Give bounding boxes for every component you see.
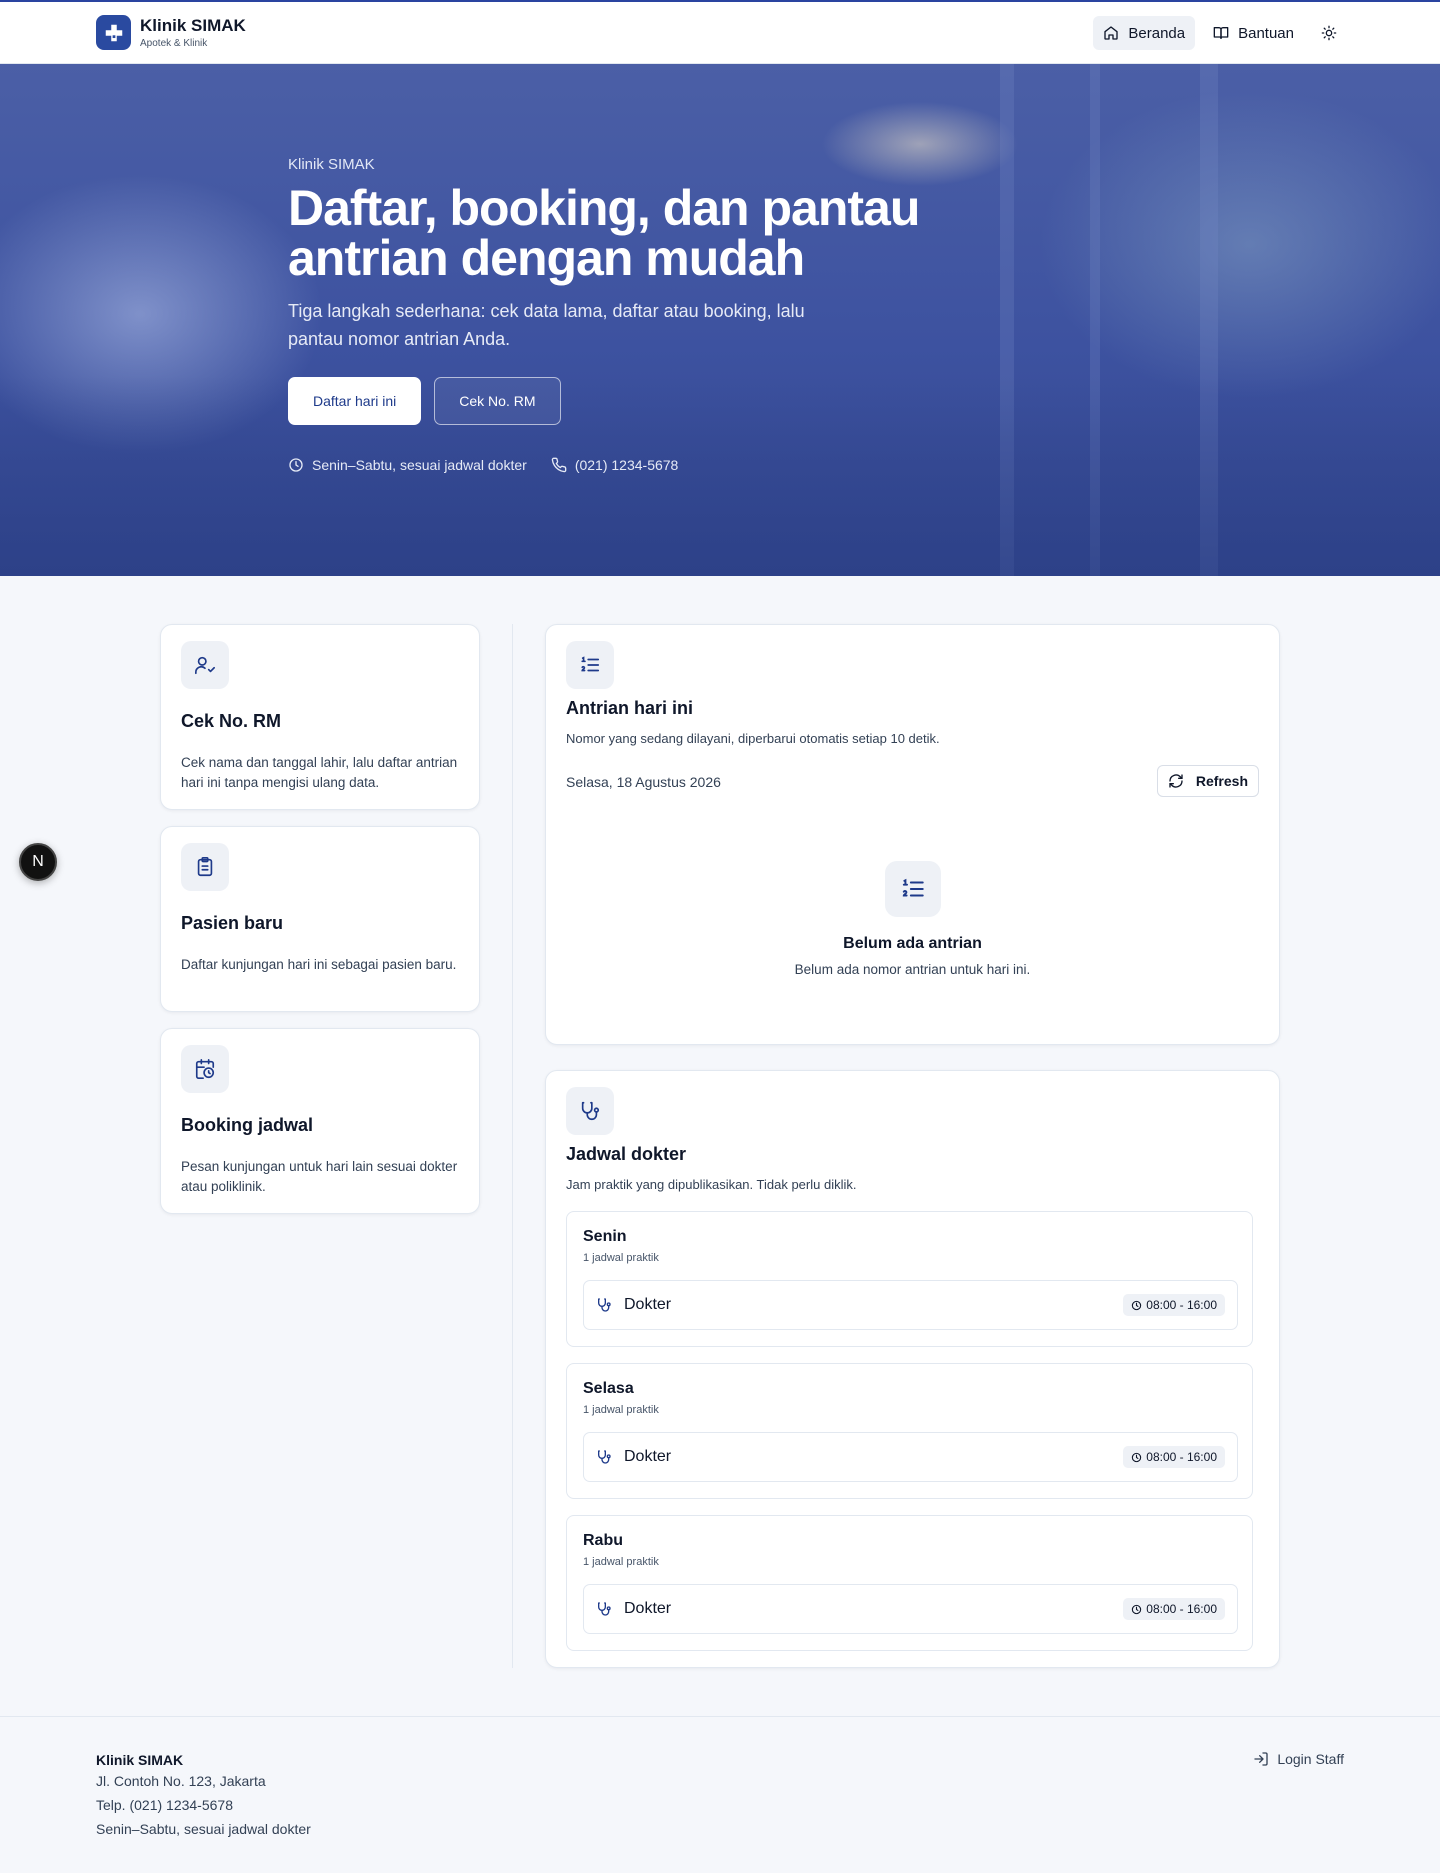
schedule-slot: Dokter 08:00 - 16:00 <box>583 1280 1238 1330</box>
doctor-schedule-card: Jadwal dokter Jam praktik yang dipublika… <box>545 1070 1280 1668</box>
clipboard-icon <box>181 843 229 891</box>
refresh-label: Refresh <box>1195 773 1248 789</box>
step-title: Cek No. RM <box>181 711 282 731</box>
day-count: 1 jadwal praktik <box>583 1404 659 1416</box>
step-title: Booking jadwal <box>181 1115 314 1135</box>
sun-icon <box>1321 25 1337 41</box>
clock-icon <box>1131 1452 1142 1463</box>
clock-icon <box>1131 1300 1142 1311</box>
step-card-booking[interactable]: Booking jadwal Pesan kunjungan untuk har… <box>160 1028 480 1214</box>
day-name: Rabu <box>583 1532 623 1549</box>
hero-title: Daftar, booking, dan pantau antrian deng… <box>288 180 920 286</box>
refresh-button[interactable]: Refresh <box>1156 765 1259 797</box>
hero-eyebrow: Klinik SIMAK <box>288 156 375 173</box>
nav-help[interactable]: Bantuan <box>1203 16 1304 50</box>
time-text: 08:00 - 16:00 <box>1146 1450 1217 1464</box>
brand-subtitle: Apotek & Klinik <box>140 37 208 49</box>
day-count: 1 jadwal praktik <box>583 1556 659 1568</box>
stethoscope-icon <box>566 1087 614 1135</box>
badge-letter: N <box>32 853 44 870</box>
step-text: Pesan kunjungan untuk hari lain sesuai d… <box>181 1159 458 1194</box>
register-today-button[interactable]: Daftar hari ini <box>288 377 422 425</box>
check-rm-button[interactable]: Cek No. RM <box>434 377 561 425</box>
queue-card: Antrian hari ini Nomor yang sedang dilay… <box>545 624 1280 1045</box>
phone-icon <box>551 457 567 473</box>
brand-name: Klinik SIMAK <box>140 15 246 35</box>
floating-dev-badge[interactable]: N <box>19 843 57 881</box>
schedule-day: Rabu 1 jadwal praktik Dokter 08:00 - 16:… <box>566 1515 1253 1651</box>
user-check-icon <box>181 641 229 689</box>
footer-contact: Klinik SIMAK Jl. Contoh No. 123, Jakarta… <box>96 1751 311 1841</box>
stethoscope-icon <box>596 1449 612 1465</box>
time-badge: 08:00 - 16:00 <box>1123 1598 1225 1620</box>
footer: Klinik SIMAK Jl. Contoh No. 123, Jakarta… <box>0 1716 1440 1873</box>
empty-queue-icon <box>885 861 941 917</box>
empty-queue-text: Belum ada nomor antrian untuk hari ini. <box>794 962 1031 977</box>
clock-icon <box>1131 1604 1142 1615</box>
refresh-icon <box>1168 773 1184 789</box>
login-label: Login Staff <box>1277 1751 1344 1767</box>
clinic-logo-icon <box>96 15 131 50</box>
footer-address: Jl. Contoh No. 123, Jakarta <box>96 1773 266 1789</box>
empty-queue-title: Belum ada antrian <box>843 935 982 952</box>
main-nav: Beranda Bantuan <box>1093 16 1346 50</box>
nav-help-label: Bantuan <box>1238 24 1294 42</box>
schedule-slot: Dokter 08:00 - 16:00 <box>583 1584 1238 1634</box>
step-text: Cek nama dan tanggal lahir, lalu daftar … <box>181 755 458 790</box>
stethoscope-icon <box>596 1601 612 1617</box>
queue-title: Antrian hari ini <box>566 698 694 718</box>
nav-home[interactable]: Beranda <box>1093 16 1196 50</box>
time-text: 08:00 - 16:00 <box>1146 1298 1217 1312</box>
doctor-name: Dokter <box>624 1448 672 1465</box>
time-text: 08:00 - 16:00 <box>1146 1602 1217 1616</box>
nav-home-label: Beranda <box>1128 24 1186 42</box>
day-count: 1 jadwal praktik <box>583 1252 659 1264</box>
time-badge: 08:00 - 16:00 <box>1123 1294 1225 1316</box>
step-title: Pasien baru <box>181 913 284 933</box>
hero-info: Senin–Sabtu, sesuai jadwal dokter (021) … <box>288 457 1008 473</box>
hero-content: Klinik SIMAK Daftar, booking, dan pantau… <box>288 156 1008 473</box>
schedule-day: Selasa 1 jadwal praktik Dokter 08:00 - 1… <box>566 1363 1253 1499</box>
column-divider <box>512 624 513 1668</box>
footer-phone: Telp. (021) 1234-5678 <box>96 1797 233 1813</box>
home-icon <box>1103 25 1119 41</box>
schedule-subtitle: Jam praktik yang dipublikasikan. Tidak p… <box>566 1177 857 1192</box>
schedule-slot: Dokter 08:00 - 16:00 <box>583 1432 1238 1482</box>
hero-subtitle: Tiga langkah sederhana: cek data lama, d… <box>288 301 805 349</box>
hero-actions: Daftar hari ini Cek No. RM <box>288 377 1008 425</box>
hours-info: Senin–Sabtu, sesuai jadwal dokter <box>288 457 527 473</box>
calendar-clock-icon <box>181 1045 229 1093</box>
book-icon <box>1213 25 1229 41</box>
top-navbar: Klinik SIMAK Apotek & Klinik Beranda Ban… <box>0 0 1440 64</box>
list-ordered-icon <box>566 641 614 689</box>
brand[interactable]: Klinik SIMAK Apotek & Klinik <box>96 15 246 50</box>
queue-date: Selasa, 18 Agustus 2026 <box>566 774 721 790</box>
queue-subtitle: Nomor yang sedang dilayani, diperbarui o… <box>566 731 940 746</box>
schedule-title: Jadwal dokter <box>566 1144 687 1164</box>
theme-toggle-button[interactable] <box>1312 16 1346 50</box>
clock-icon <box>288 457 304 473</box>
login-icon <box>1253 1751 1269 1767</box>
footer-hours: Senin–Sabtu, sesuai jadwal dokter <box>96 1821 311 1837</box>
hero-banner: Klinik SIMAK Daftar, booking, dan pantau… <box>0 64 1440 576</box>
day-name: Senin <box>583 1228 627 1245</box>
step-card-new-patient[interactable]: Pasien baru Daftar kunjungan hari ini se… <box>160 826 480 1012</box>
stethoscope-icon <box>596 1297 612 1313</box>
step-card-check-rm[interactable]: Cek No. RM Cek nama dan tanggal lahir, l… <box>160 624 480 810</box>
schedule-day: Senin 1 jadwal praktik Dokter 08:00 - 16… <box>566 1211 1253 1347</box>
phone-text: (021) 1234-5678 <box>574 457 679 473</box>
time-badge: 08:00 - 16:00 <box>1123 1446 1225 1468</box>
login-staff-link[interactable]: Login Staff <box>1253 1751 1344 1767</box>
doctor-name: Dokter <box>624 1296 672 1313</box>
doctor-name: Dokter <box>624 1600 672 1617</box>
day-name: Selasa <box>583 1380 634 1397</box>
hours-text: Senin–Sabtu, sesuai jadwal dokter <box>312 457 527 473</box>
phone-info: (021) 1234-5678 <box>551 457 679 473</box>
step-text: Daftar kunjungan hari ini sebagai pasien… <box>181 957 457 972</box>
footer-brand: Klinik SIMAK <box>96 1752 184 1768</box>
